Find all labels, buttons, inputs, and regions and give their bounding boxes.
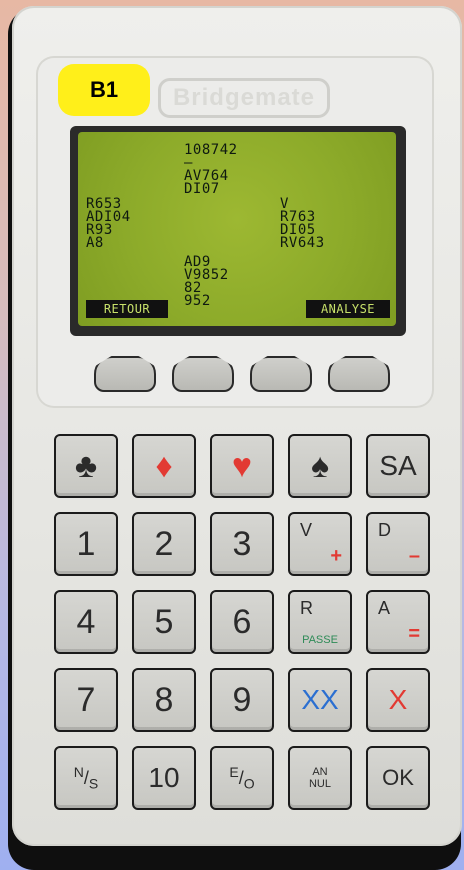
key-3-label: 3 xyxy=(232,525,252,563)
soft-label-retour: RETOUR xyxy=(86,300,168,318)
soft-key-4[interactable] xyxy=(328,356,390,392)
key-eo-bottom: O xyxy=(243,775,255,792)
key-a-main: A xyxy=(378,598,391,618)
lcd-line: A8 xyxy=(86,235,104,251)
key-10[interactable]: 10 xyxy=(132,746,196,810)
key-x-label: X xyxy=(388,684,408,715)
key-5[interactable]: 5 xyxy=(132,590,196,654)
key-9[interactable]: 9 xyxy=(210,668,274,732)
key-r-passe-label: PASSE xyxy=(302,634,338,646)
key-4[interactable]: 4 xyxy=(54,590,118,654)
key-heart[interactable]: ♥ xyxy=(210,434,274,498)
key-7-label: 7 xyxy=(76,681,96,719)
key-eo-label: E/O xyxy=(229,764,255,792)
brand-logo: Bridgemate xyxy=(158,78,330,118)
key-ns-bottom: S xyxy=(88,775,99,792)
key-d-main: D xyxy=(378,520,391,540)
lcd-south-hand: AD9 V9852 82 952 xyxy=(184,255,229,309)
lcd-line: DI07 xyxy=(184,181,220,197)
key-3[interactable]: 3 xyxy=(210,512,274,576)
soft-key-2[interactable] xyxy=(172,356,234,392)
key-6-label: 6 xyxy=(232,603,252,641)
soft-key-3[interactable] xyxy=(250,356,312,392)
key-7[interactable]: 7 xyxy=(54,668,118,732)
key-xx-label: XX xyxy=(301,684,339,715)
lcd-north-hand: 108742 — AV764 DI07 xyxy=(184,143,238,197)
key-r-main: R xyxy=(300,598,313,618)
lcd-line: RV643 xyxy=(280,235,325,251)
key-eo-top: E xyxy=(229,764,239,781)
key-sa[interactable]: SA xyxy=(366,434,430,498)
key-6[interactable]: 6 xyxy=(210,590,274,654)
key-8[interactable]: 8 xyxy=(132,668,196,732)
key-ok-label: OK xyxy=(382,765,414,790)
soft-label-analyse: ANALYSE xyxy=(306,300,390,318)
key-double-x[interactable]: X xyxy=(366,668,430,732)
key-2[interactable]: 2 xyxy=(132,512,196,576)
lcd-line: 952 xyxy=(184,293,211,309)
badge-text: B1 xyxy=(89,77,119,102)
key-1-label: 1 xyxy=(76,525,96,563)
lcd-east-hand: V R763 DI05 RV643 xyxy=(280,197,325,251)
key-ns-top: N xyxy=(73,764,84,781)
device-badge: B1 xyxy=(58,64,150,116)
key-eo[interactable]: E/O xyxy=(210,746,274,810)
key-annul[interactable]: AN NUL xyxy=(288,746,352,810)
brand-text: Bridgemate xyxy=(172,84,316,111)
key-double[interactable]: XX xyxy=(288,668,352,732)
key-r-passe[interactable]: R PASSE xyxy=(288,590,352,654)
key-d-minus[interactable]: D – xyxy=(366,512,430,576)
soft-key-1[interactable] xyxy=(94,356,156,392)
key-spade[interactable]: ♠ xyxy=(288,434,352,498)
lcd-west-hand: R653 ADI04 R93 A8 xyxy=(86,197,131,251)
key-club[interactable]: ♣ xyxy=(54,434,118,498)
key-annul-line2: NUL xyxy=(308,778,331,790)
key-a-equals[interactable]: A = xyxy=(366,590,430,654)
key-diamond[interactable]: ♦ xyxy=(132,434,196,498)
key-sa-label: SA xyxy=(379,450,417,481)
key-10-label: 10 xyxy=(148,762,180,793)
lcd-screen: 108742 — AV764 DI07 R653 ADI04 R93 A8 V … xyxy=(78,132,396,326)
diamond-icon: ♦ xyxy=(155,447,173,485)
key-ok[interactable]: OK xyxy=(366,746,430,810)
heart-icon: ♥ xyxy=(231,447,253,485)
key-2-label: 2 xyxy=(154,525,174,563)
key-1[interactable]: 1 xyxy=(54,512,118,576)
key-5-label: 5 xyxy=(154,603,174,641)
key-8-label: 8 xyxy=(154,681,174,719)
equals-icon: = xyxy=(408,623,420,645)
keypad: ♣ ♦ ♥ ♠ SA 1 2 3 V + D – 4 5 6 R PASSE A xyxy=(54,434,430,810)
key-v-plus[interactable]: V + xyxy=(288,512,352,576)
key-4-label: 4 xyxy=(76,603,96,641)
spade-icon: ♠ xyxy=(310,447,330,485)
key-annul-line1: AN xyxy=(312,766,328,778)
plus-icon: + xyxy=(330,545,342,567)
key-v-main: V xyxy=(300,520,313,540)
key-9-label: 9 xyxy=(232,681,252,719)
minus-icon: – xyxy=(408,545,420,567)
key-ns[interactable]: N/S xyxy=(54,746,118,810)
key-ns-label: N/S xyxy=(73,764,99,792)
key-annul-label: AN NUL xyxy=(309,766,331,790)
club-icon: ♣ xyxy=(74,447,98,485)
